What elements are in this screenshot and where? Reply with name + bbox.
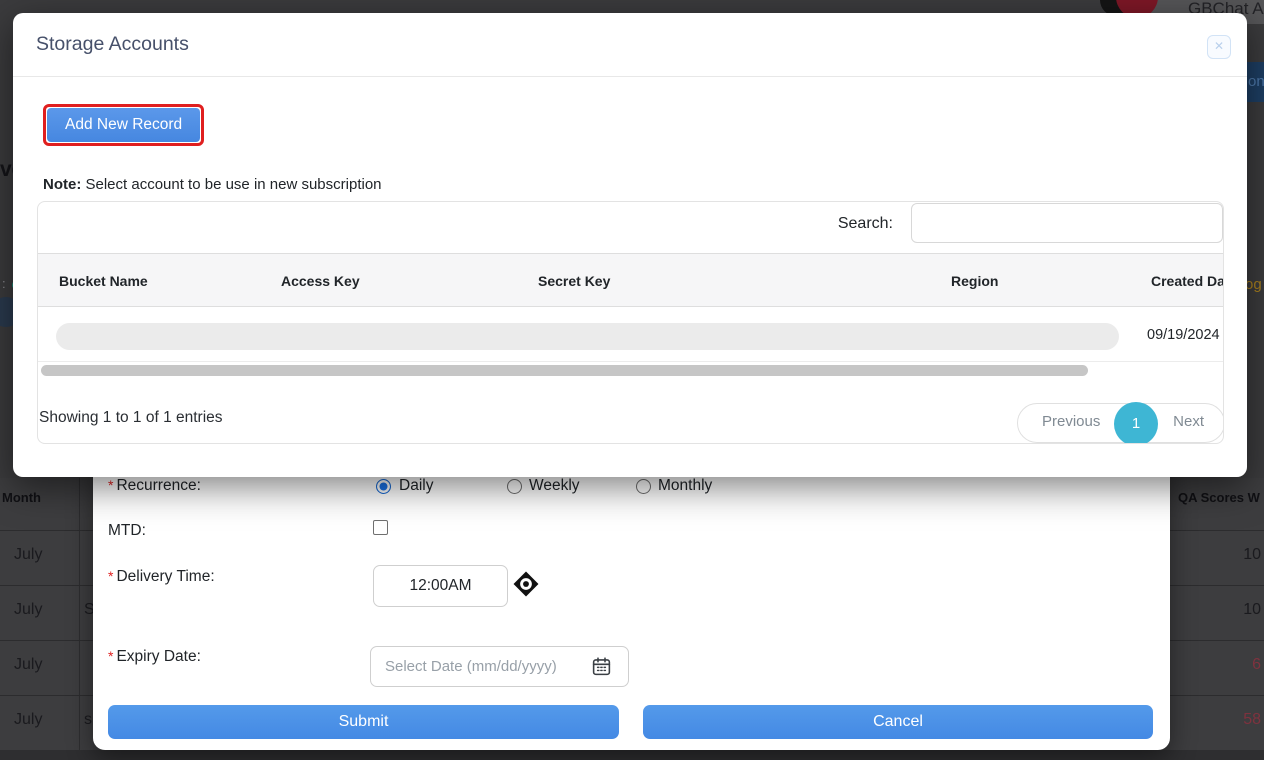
- modal-title: Storage Accounts: [36, 33, 189, 56]
- table-cell-fragment: S: [84, 601, 93, 619]
- delivery-time-label: *Delivery Time:: [108, 568, 215, 586]
- qa-score-value: 10: [1243, 546, 1261, 564]
- radio-daily[interactable]: [376, 479, 391, 494]
- radio-monthly[interactable]: [636, 479, 651, 494]
- col-region[interactable]: Region: [951, 273, 998, 289]
- col-secret-key[interactable]: Secret Key: [538, 273, 610, 289]
- row-divider: [0, 695, 93, 696]
- add-new-record-highlight: Add New Record: [43, 104, 204, 146]
- header-divider: [13, 76, 1247, 77]
- table-row: July: [14, 546, 42, 564]
- search-label: Search:: [838, 215, 893, 233]
- entries-info: Showing 1 to 1 of 1 entries: [39, 409, 223, 427]
- background-table-right: QA Scores W 10 10 6 58: [1170, 478, 1264, 760]
- required-asterisk: *: [108, 477, 113, 493]
- delivery-time-input[interactable]: [373, 565, 508, 607]
- qa-score-value: 10: [1243, 601, 1261, 619]
- table-row: July: [14, 711, 42, 729]
- created-date-cell: 09/19/2024: [1147, 327, 1220, 343]
- accounts-table-card: Search: Bucket Name Access Key Secret Ke…: [37, 201, 1224, 444]
- pagination-next[interactable]: Next: [1173, 413, 1204, 430]
- recurrence-label: *Recurrence:: [108, 477, 201, 495]
- subscription-form-modal: *Recurrence: Daily Weekly Monthly MTD: *…: [93, 458, 1170, 750]
- row-divider: [1170, 530, 1264, 531]
- radio-weekly[interactable]: [507, 479, 522, 494]
- row-divider: [1170, 585, 1264, 586]
- background-table-left: Month July July S July July s: [0, 478, 93, 760]
- storage-accounts-modal: Storage Accounts ✕ Add New Record Note: …: [13, 13, 1247, 477]
- expiry-date-input[interactable]: [370, 646, 629, 687]
- col-bucket-name[interactable]: Bucket Name: [59, 273, 148, 289]
- search-input[interactable]: [911, 203, 1223, 243]
- screen: GBChat A ve : on og Month July July S Ju…: [0, 0, 1264, 760]
- expiry-date-label: *Expiry Date:: [108, 648, 201, 666]
- mtd-label: MTD:: [108, 522, 146, 540]
- mtd-checkbox[interactable]: [373, 520, 388, 535]
- month-column-header: Month: [2, 490, 41, 505]
- note-text: Note: Select account to be use in new su…: [43, 176, 382, 193]
- row-divider: [1170, 640, 1264, 641]
- redacted-account-data: [56, 323, 1119, 350]
- page-bottom-strip: [0, 750, 1264, 760]
- row-divider: [0, 585, 93, 586]
- table-header-row: Bucket Name Access Key Secret Key Region…: [38, 253, 1223, 307]
- time-picker-icon[interactable]: [513, 571, 539, 597]
- radio-weekly-label: Weekly: [529, 477, 580, 495]
- qa-score-value: 58: [1243, 711, 1261, 729]
- horizontal-scrollbar[interactable]: [41, 365, 1088, 376]
- note-label: Note:: [43, 176, 81, 193]
- add-new-record-button[interactable]: Add New Record: [47, 108, 200, 142]
- required-asterisk: *: [108, 648, 113, 664]
- pagination-previous[interactable]: Previous: [1042, 413, 1100, 430]
- row-divider: [0, 640, 93, 641]
- row-divider: [1170, 695, 1264, 696]
- colon-fragment: :: [2, 276, 6, 291]
- table-row: July: [14, 601, 42, 619]
- column-divider: [79, 478, 80, 760]
- table-cell-fragment: s: [84, 711, 92, 729]
- submit-button[interactable]: Submit: [108, 705, 619, 739]
- col-created-date[interactable]: Created Date: [1151, 273, 1224, 289]
- pagination-page-1[interactable]: 1: [1114, 402, 1158, 444]
- radio-daily-label: Daily: [399, 477, 433, 495]
- action-button-fragment[interactable]: on: [1246, 62, 1264, 102]
- qa-scores-column-header: QA Scores W: [1178, 490, 1260, 505]
- row-divider: [0, 530, 93, 531]
- link-fragment[interactable]: og: [1245, 276, 1262, 293]
- table-row: July: [14, 656, 42, 674]
- qa-score-value: 6: [1252, 656, 1261, 674]
- table-row[interactable]: 09/19/2024: [38, 307, 1223, 362]
- col-access-key[interactable]: Access Key: [281, 273, 360, 289]
- close-icon[interactable]: ✕: [1207, 35, 1231, 59]
- cancel-button[interactable]: Cancel: [643, 705, 1153, 739]
- pagination: Previous 1 Next: [1017, 403, 1224, 443]
- radio-monthly-label: Monthly: [658, 477, 712, 495]
- required-asterisk: *: [108, 568, 113, 584]
